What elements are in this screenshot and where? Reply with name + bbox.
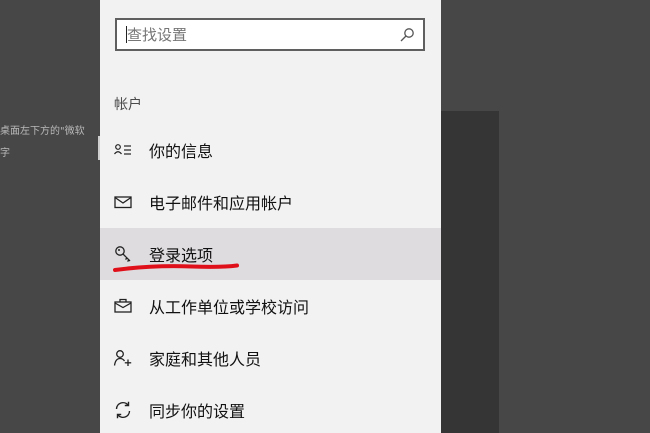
search-box[interactable] (115, 18, 425, 51)
briefcase-icon (113, 296, 133, 316)
background-text-line1: 桌面左下方的"微软 (0, 126, 85, 137)
background-text-line2: 字 (0, 148, 10, 159)
search-icon[interactable] (399, 27, 415, 43)
background-window (441, 111, 499, 433)
red-underline-annotation (113, 263, 239, 272)
nav-item-label: 家庭和其他人员 (149, 350, 262, 369)
section-header-accounts: 帐户 (114, 97, 142, 113)
mail-icon (113, 192, 133, 212)
key-icon (113, 244, 133, 264)
add-person-icon (113, 348, 133, 368)
nav-item-family-others[interactable]: 家庭和其他人员 (100, 332, 441, 384)
settings-nav-panel: 帐户 你的信息 电子邮件和应用帐户 (100, 0, 441, 433)
sync-icon (113, 400, 133, 420)
user-info-icon (113, 140, 133, 160)
nav-item-label: 同步你的设置 (149, 402, 246, 421)
nav-item-label: 从工作单位或学校访问 (149, 298, 310, 317)
nav-item-your-info[interactable]: 你的信息 (100, 124, 441, 176)
nav-item-label: 电子邮件和应用帐户 (149, 194, 294, 213)
nav-item-work-school[interactable]: 从工作单位或学校访问 (100, 280, 441, 332)
search-input[interactable] (117, 20, 397, 49)
text-caret (126, 26, 127, 43)
nav-item-email-accounts[interactable]: 电子邮件和应用帐户 (100, 176, 441, 228)
nav-item-sync-settings[interactable]: 同步你的设置 (100, 384, 441, 433)
nav-item-label: 你的信息 (149, 142, 214, 161)
